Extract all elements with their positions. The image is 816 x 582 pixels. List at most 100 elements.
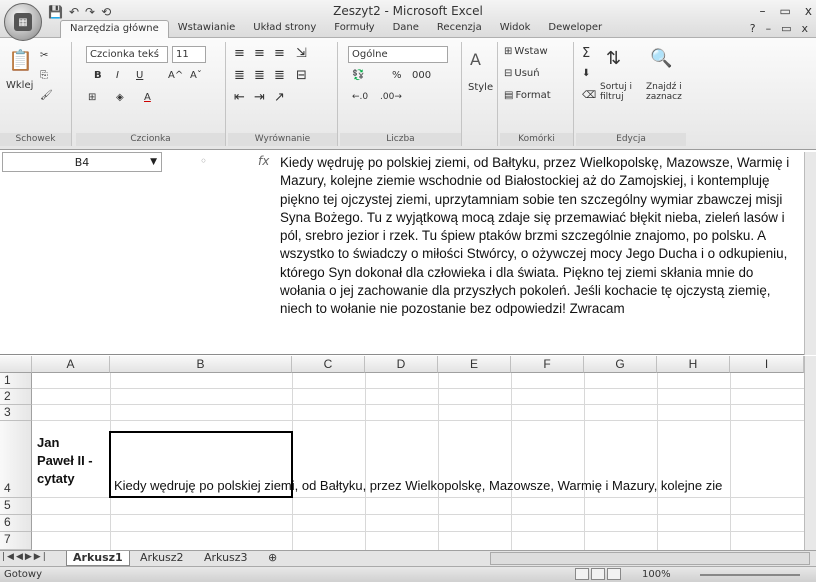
tab-home[interactable]: Narzędzia główne (60, 20, 169, 38)
row-header-4[interactable]: 4 (0, 421, 32, 498)
styles-button[interactable]: Style (468, 82, 493, 93)
format-painter-icon[interactable]: 🖌 (40, 90, 53, 101)
tab-formulas[interactable]: Formuły (325, 20, 383, 38)
column-header-f[interactable]: F (511, 356, 584, 373)
tab-developer[interactable]: Deweloper (539, 20, 611, 38)
row-header-3[interactable]: 3 (0, 405, 32, 421)
insert-function-icon[interactable]: fx (258, 154, 269, 168)
delete-cells-button[interactable]: ⊟ Usuń (504, 68, 540, 79)
selected-cell-b4 (109, 431, 293, 498)
align-left-icon[interactable]: ≣ (234, 68, 245, 83)
wrap-text-icon[interactable]: ⇲ (296, 46, 307, 61)
workbook-close-button[interactable]: x (801, 22, 808, 35)
autosum-icon[interactable]: Σ (582, 46, 590, 61)
column-header-d[interactable]: D (365, 356, 438, 373)
sheet-tab-arkusz3[interactable]: Arkusz3 (198, 551, 254, 566)
tab-page-layout[interactable]: Układ strony (244, 20, 325, 38)
formula-input[interactable]: Kiedy wędruję po polskiej ziemi, od Bałt… (280, 154, 800, 352)
font-name-dropdown[interactable]: Czcionka tekś (86, 46, 168, 63)
format-cells-button[interactable]: ▤ Format (504, 90, 551, 101)
column-header-h[interactable]: H (657, 356, 730, 373)
formula-cancel-icon[interactable]: ◦ (200, 154, 207, 168)
normal-view-icon[interactable] (575, 568, 589, 580)
row-header-7[interactable]: 7 (0, 532, 32, 550)
align-right-icon[interactable]: ≣ (274, 68, 285, 83)
zoom-slider[interactable] (700, 574, 800, 576)
grow-font-button[interactable]: A^ (168, 70, 183, 81)
merge-center-icon[interactable]: ⊟ (296, 68, 307, 83)
select-all-corner[interactable] (0, 356, 32, 373)
find-select-button[interactable]: Znajdź i zaznacz (646, 82, 686, 102)
tab-insert[interactable]: Wstawianie (169, 20, 245, 38)
ribbon-restore-button[interactable]: ▭ (781, 22, 791, 35)
percent-button[interactable]: % (392, 70, 402, 81)
close-button[interactable]: x (805, 4, 812, 18)
fill-color-icon[interactable]: ◈ (116, 92, 124, 103)
cell-a4[interactable]: Jan Paweł II - cytaty (37, 434, 93, 488)
decrease-indent-icon[interactable]: ⇤ (234, 90, 245, 105)
thousands-button[interactable]: 000 (412, 70, 431, 81)
currency-icon[interactable]: 💱 (352, 70, 364, 81)
column-header-b[interactable]: B (110, 356, 292, 373)
increase-decimal-icon[interactable]: ←.0 (352, 92, 368, 102)
row-header-5[interactable]: 5 (0, 498, 32, 515)
paste-button[interactable]: 📋 (8, 48, 33, 72)
minimize-button[interactable]: – (760, 4, 766, 18)
zoom-level[interactable]: 100% (642, 569, 671, 580)
decrease-decimal-icon[interactable]: .00→ (380, 92, 402, 102)
font-color-icon[interactable]: A (144, 92, 151, 103)
maximize-button[interactable]: ▭ (780, 4, 791, 18)
column-header-g[interactable]: G (584, 356, 657, 373)
group-font: Czcionka tekś 11 B I U A^ Aˇ ⊞ ◈ A Czcio… (76, 42, 226, 146)
name-box[interactable]: B4 ▼ (2, 152, 162, 172)
row-header-6[interactable]: 6 (0, 515, 32, 532)
cell-a4-line: cytaty (37, 471, 75, 486)
sort-filter-icon[interactable]: ⇅ (606, 48, 621, 69)
tab-view[interactable]: Widok (491, 20, 540, 38)
sheet-tab-arkusz1[interactable]: Arkusz1 (66, 551, 130, 566)
insert-cells-button[interactable]: ⊞ Wstaw (504, 46, 548, 57)
tab-data[interactable]: Dane (384, 20, 428, 38)
find-select-icon[interactable]: 🔍 (650, 48, 672, 69)
tab-review[interactable]: Recenzja (428, 20, 491, 38)
worksheet-grid: A B C D E F G H I 1 2 3 4 5 6 7 Jan Pawe… (0, 356, 816, 550)
vertical-scrollbar[interactable] (804, 356, 816, 550)
grid-line (32, 420, 804, 421)
align-top-icon[interactable]: ≡ (234, 46, 245, 61)
orientation-icon[interactable]: ↗ (274, 90, 285, 105)
insert-sheet-icon[interactable]: ⊕ (262, 551, 283, 566)
italic-button[interactable]: I (116, 70, 119, 81)
fill-icon[interactable]: ⬇ (582, 68, 590, 79)
increase-indent-icon[interactable]: ⇥ (254, 90, 265, 105)
sheet-tab-arkusz2[interactable]: Arkusz2 (134, 551, 190, 566)
font-size-dropdown[interactable]: 11 (172, 46, 206, 63)
bold-button[interactable]: B (94, 70, 102, 81)
column-header-a[interactable]: A (32, 356, 110, 373)
copy-icon[interactable]: ⎘ (40, 70, 48, 81)
help-icon[interactable]: ? (750, 22, 756, 35)
align-bottom-icon[interactable]: ≡ (274, 46, 285, 61)
styles-icon[interactable]: A (470, 50, 481, 69)
column-header-e[interactable]: E (438, 356, 511, 373)
sheet-nav-arrows[interactable]: |◀◀▶▶| (2, 552, 48, 562)
chevron-down-icon[interactable]: ▼ (150, 157, 157, 167)
align-center-icon[interactable]: ≣ (254, 68, 265, 83)
underline-button[interactable]: U (136, 70, 143, 81)
formula-scrollbar[interactable] (804, 152, 816, 355)
cut-icon[interactable]: ✂ (40, 50, 48, 61)
office-button[interactable]: ▦ (4, 3, 42, 41)
row-header-1[interactable]: 1 (0, 373, 32, 389)
page-layout-view-icon[interactable] (591, 568, 605, 580)
horizontal-scrollbar[interactable] (490, 552, 810, 565)
align-middle-icon[interactable]: ≡ (254, 46, 265, 61)
ribbon-minimize-button[interactable]: – (766, 22, 772, 35)
clear-icon[interactable]: ⌫ (582, 90, 596, 101)
column-header-c[interactable]: C (292, 356, 365, 373)
shrink-font-button[interactable]: Aˇ (190, 70, 202, 81)
page-break-view-icon[interactable] (607, 568, 621, 580)
row-header-2[interactable]: 2 (0, 389, 32, 405)
column-header-i[interactable]: I (730, 356, 804, 373)
sort-filter-button[interactable]: Sortuj i filtruj (600, 82, 642, 102)
borders-icon[interactable]: ⊞ (88, 92, 96, 103)
number-format-dropdown[interactable]: Ogólne (348, 46, 448, 63)
